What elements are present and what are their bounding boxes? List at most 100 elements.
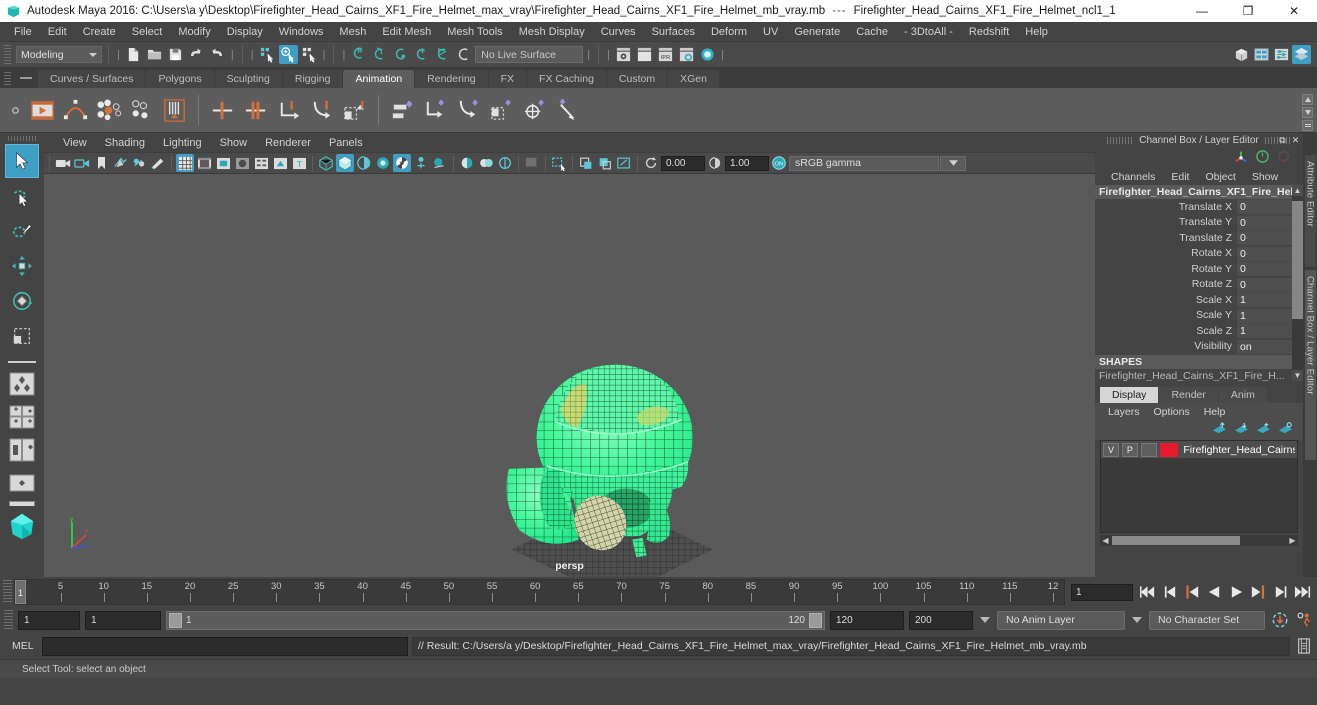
- exposure-field[interactable]: 0.00: [661, 155, 705, 171]
- current-frame-field[interactable]: 1: [1071, 583, 1133, 601]
- channel-box-record-icon[interactable]: [1276, 149, 1291, 167]
- viewport-menu-view[interactable]: View: [54, 136, 96, 150]
- channel-box-menu-channels[interactable]: Channels: [1103, 170, 1163, 184]
- layer-scroll-left-icon[interactable]: ◀: [1100, 536, 1111, 545]
- layer-editor-tab-render[interactable]: Render: [1159, 387, 1218, 403]
- paint-selection-tool[interactable]: [5, 214, 39, 248]
- menu-item-redshift[interactable]: Redshift: [961, 24, 1017, 40]
- toolbar-expand-1[interactable]: |: [229, 49, 236, 61]
- scale-tool[interactable]: [5, 319, 39, 353]
- layer-list[interactable]: V P Firefighter_Head_Cairns_: [1100, 440, 1298, 533]
- menu-item-edit-mesh[interactable]: Edit Mesh: [374, 24, 439, 40]
- snap-to-projected-center-icon[interactable]: [412, 45, 431, 64]
- save-scene-icon[interactable]: [166, 45, 185, 64]
- snap-to-point-icon[interactable]: [391, 45, 410, 64]
- film-gate-icon[interactable]: [195, 154, 213, 172]
- animation-end-time-field[interactable]: 200: [909, 610, 973, 630]
- shaded-wireframe-icon[interactable]: [355, 154, 373, 172]
- layer-playback-toggle[interactable]: P: [1121, 442, 1138, 457]
- undo-icon[interactable]: [187, 45, 206, 64]
- menu-item-deform[interactable]: Deform: [703, 24, 755, 40]
- create-layer-from-selection-icon[interactable]: [1278, 422, 1293, 438]
- menu-item-edit[interactable]: Edit: [40, 24, 75, 40]
- current-time-indicator[interactable]: 1: [15, 580, 26, 604]
- minimize-button[interactable]: —: [1179, 0, 1225, 22]
- channel-box-scroll-thumb[interactable]: [1292, 201, 1303, 319]
- animation-preferences-icon[interactable]: [1294, 611, 1313, 630]
- link-translate-icon[interactable]: [419, 94, 452, 127]
- layer-editor-tab-display[interactable]: Display: [1100, 387, 1159, 403]
- channel-box-speed-icon[interactable]: [1255, 149, 1270, 167]
- open-scene-icon[interactable]: [145, 45, 164, 64]
- set-key-scale-icon[interactable]: [272, 94, 305, 127]
- next-key-icon[interactable]: [1249, 583, 1268, 602]
- shelf-options-gear-icon[interactable]: [4, 105, 26, 116]
- viewport-menu-lighting[interactable]: Lighting: [154, 136, 211, 150]
- rotate-tool[interactable]: [5, 284, 39, 318]
- image-plane-icon[interactable]: [111, 154, 129, 172]
- play-backwards-icon[interactable]: [1205, 583, 1224, 602]
- command-input-field[interactable]: [42, 636, 408, 656]
- select-tool[interactable]: [5, 144, 39, 178]
- menu-item-select[interactable]: Select: [124, 24, 171, 40]
- render-sequence-icon[interactable]: [635, 45, 654, 64]
- render-current-frame-icon[interactable]: [614, 45, 633, 64]
- toolbar-collapse-2[interactable]: |: [249, 49, 256, 61]
- set-key-translate-icon[interactable]: [206, 94, 239, 127]
- script-language-label[interactable]: MEL: [4, 640, 38, 652]
- channel-box-menu-object[interactable]: Object: [1197, 170, 1243, 184]
- ipr-render-icon[interactable]: IPR: [656, 45, 675, 64]
- layer-template-toggle[interactable]: [1140, 442, 1157, 457]
- layer-editor-tab-anim[interactable]: Anim: [1218, 387, 1267, 403]
- persp-graph-layout-button[interactable]: [5, 435, 39, 465]
- anim-layer-field[interactable]: No Anim Layer: [997, 610, 1125, 630]
- hypershade-icon[interactable]: [698, 45, 717, 64]
- toolbar-expand-2[interactable]: |: [321, 49, 328, 61]
- viewport-menu-renderer[interactable]: Renderer: [256, 136, 320, 150]
- single-perspective-layout-button[interactable]: [5, 468, 39, 498]
- exposure-back-icon[interactable]: [577, 154, 595, 172]
- smooth-shading-icon[interactable]: [336, 154, 354, 172]
- layer-name[interactable]: Firefighter_Head_Cairns_: [1181, 444, 1295, 456]
- channel-box-menu-edit[interactable]: Edit: [1163, 170, 1197, 184]
- bookmark-icon[interactable]: [92, 154, 110, 172]
- panel-close-button[interactable]: ✕: [1290, 135, 1301, 146]
- menu-item-help[interactable]: Help: [1017, 24, 1056, 40]
- menu-item-modify[interactable]: Modify: [170, 24, 218, 40]
- select-camera-icon[interactable]: [54, 154, 72, 172]
- panel-undock-button[interactable]: ⧉: [1277, 135, 1288, 146]
- constraint-point-icon[interactable]: [518, 94, 551, 127]
- link-rotate-icon[interactable]: [452, 94, 485, 127]
- menu-item-surfaces[interactable]: Surfaces: [644, 24, 703, 40]
- shelf-drag-handle[interactable]: [4, 72, 11, 86]
- menu-item-create[interactable]: Create: [75, 24, 124, 40]
- exposure-reset-icon[interactable]: [642, 154, 660, 172]
- animation-start-time-field[interactable]: 1: [18, 610, 80, 630]
- layer-row[interactable]: V P Firefighter_Head_Cairns_: [1101, 441, 1297, 458]
- shelf-tab-custom[interactable]: Custom: [606, 70, 668, 88]
- shelf-tab-fx-caching[interactable]: FX Caching: [527, 70, 606, 88]
- viewport-menu-show[interactable]: Show: [211, 136, 257, 150]
- layout-more-button[interactable]: [9, 501, 35, 506]
- shadows-icon[interactable]: [412, 154, 430, 172]
- select-by-object-type-icon[interactable]: [278, 45, 298, 64]
- vertical-tab-channel-box-layer-editor[interactable]: Channel Box / Layer Editor: [1304, 270, 1316, 460]
- character-set-field[interactable]: No Character Set: [1149, 610, 1265, 630]
- toolbar-collapse-3[interactable]: |: [340, 49, 347, 61]
- screen-space-ao-icon[interactable]: [431, 154, 449, 172]
- multisample-aa-icon[interactable]: [477, 154, 495, 172]
- snap-to-view-plane-icon[interactable]: [433, 45, 452, 64]
- live-surface-field[interactable]: No Live Surface: [475, 46, 584, 63]
- vertical-tab-attribute-editor[interactable]: Attribute Editor: [1304, 155, 1316, 267]
- range-start-grip[interactable]: [169, 612, 182, 628]
- set-key-path-icon[interactable]: [305, 94, 338, 127]
- toolbar-expand-4[interactable]: |: [719, 49, 726, 61]
- unghost-all-icon[interactable]: [125, 94, 158, 127]
- select-by-hierarchy-icon[interactable]: [258, 45, 277, 64]
- viewport-menu-shading[interactable]: Shading: [96, 136, 154, 150]
- manipulator-axes-icon[interactable]: [1233, 149, 1249, 168]
- set-key-breakdown-icon[interactable]: [338, 94, 371, 127]
- menu-set-selector[interactable]: Modeling: [16, 46, 102, 63]
- shelf-tab-xgen[interactable]: XGen: [668, 70, 719, 88]
- step-back-icon[interactable]: [1161, 583, 1180, 602]
